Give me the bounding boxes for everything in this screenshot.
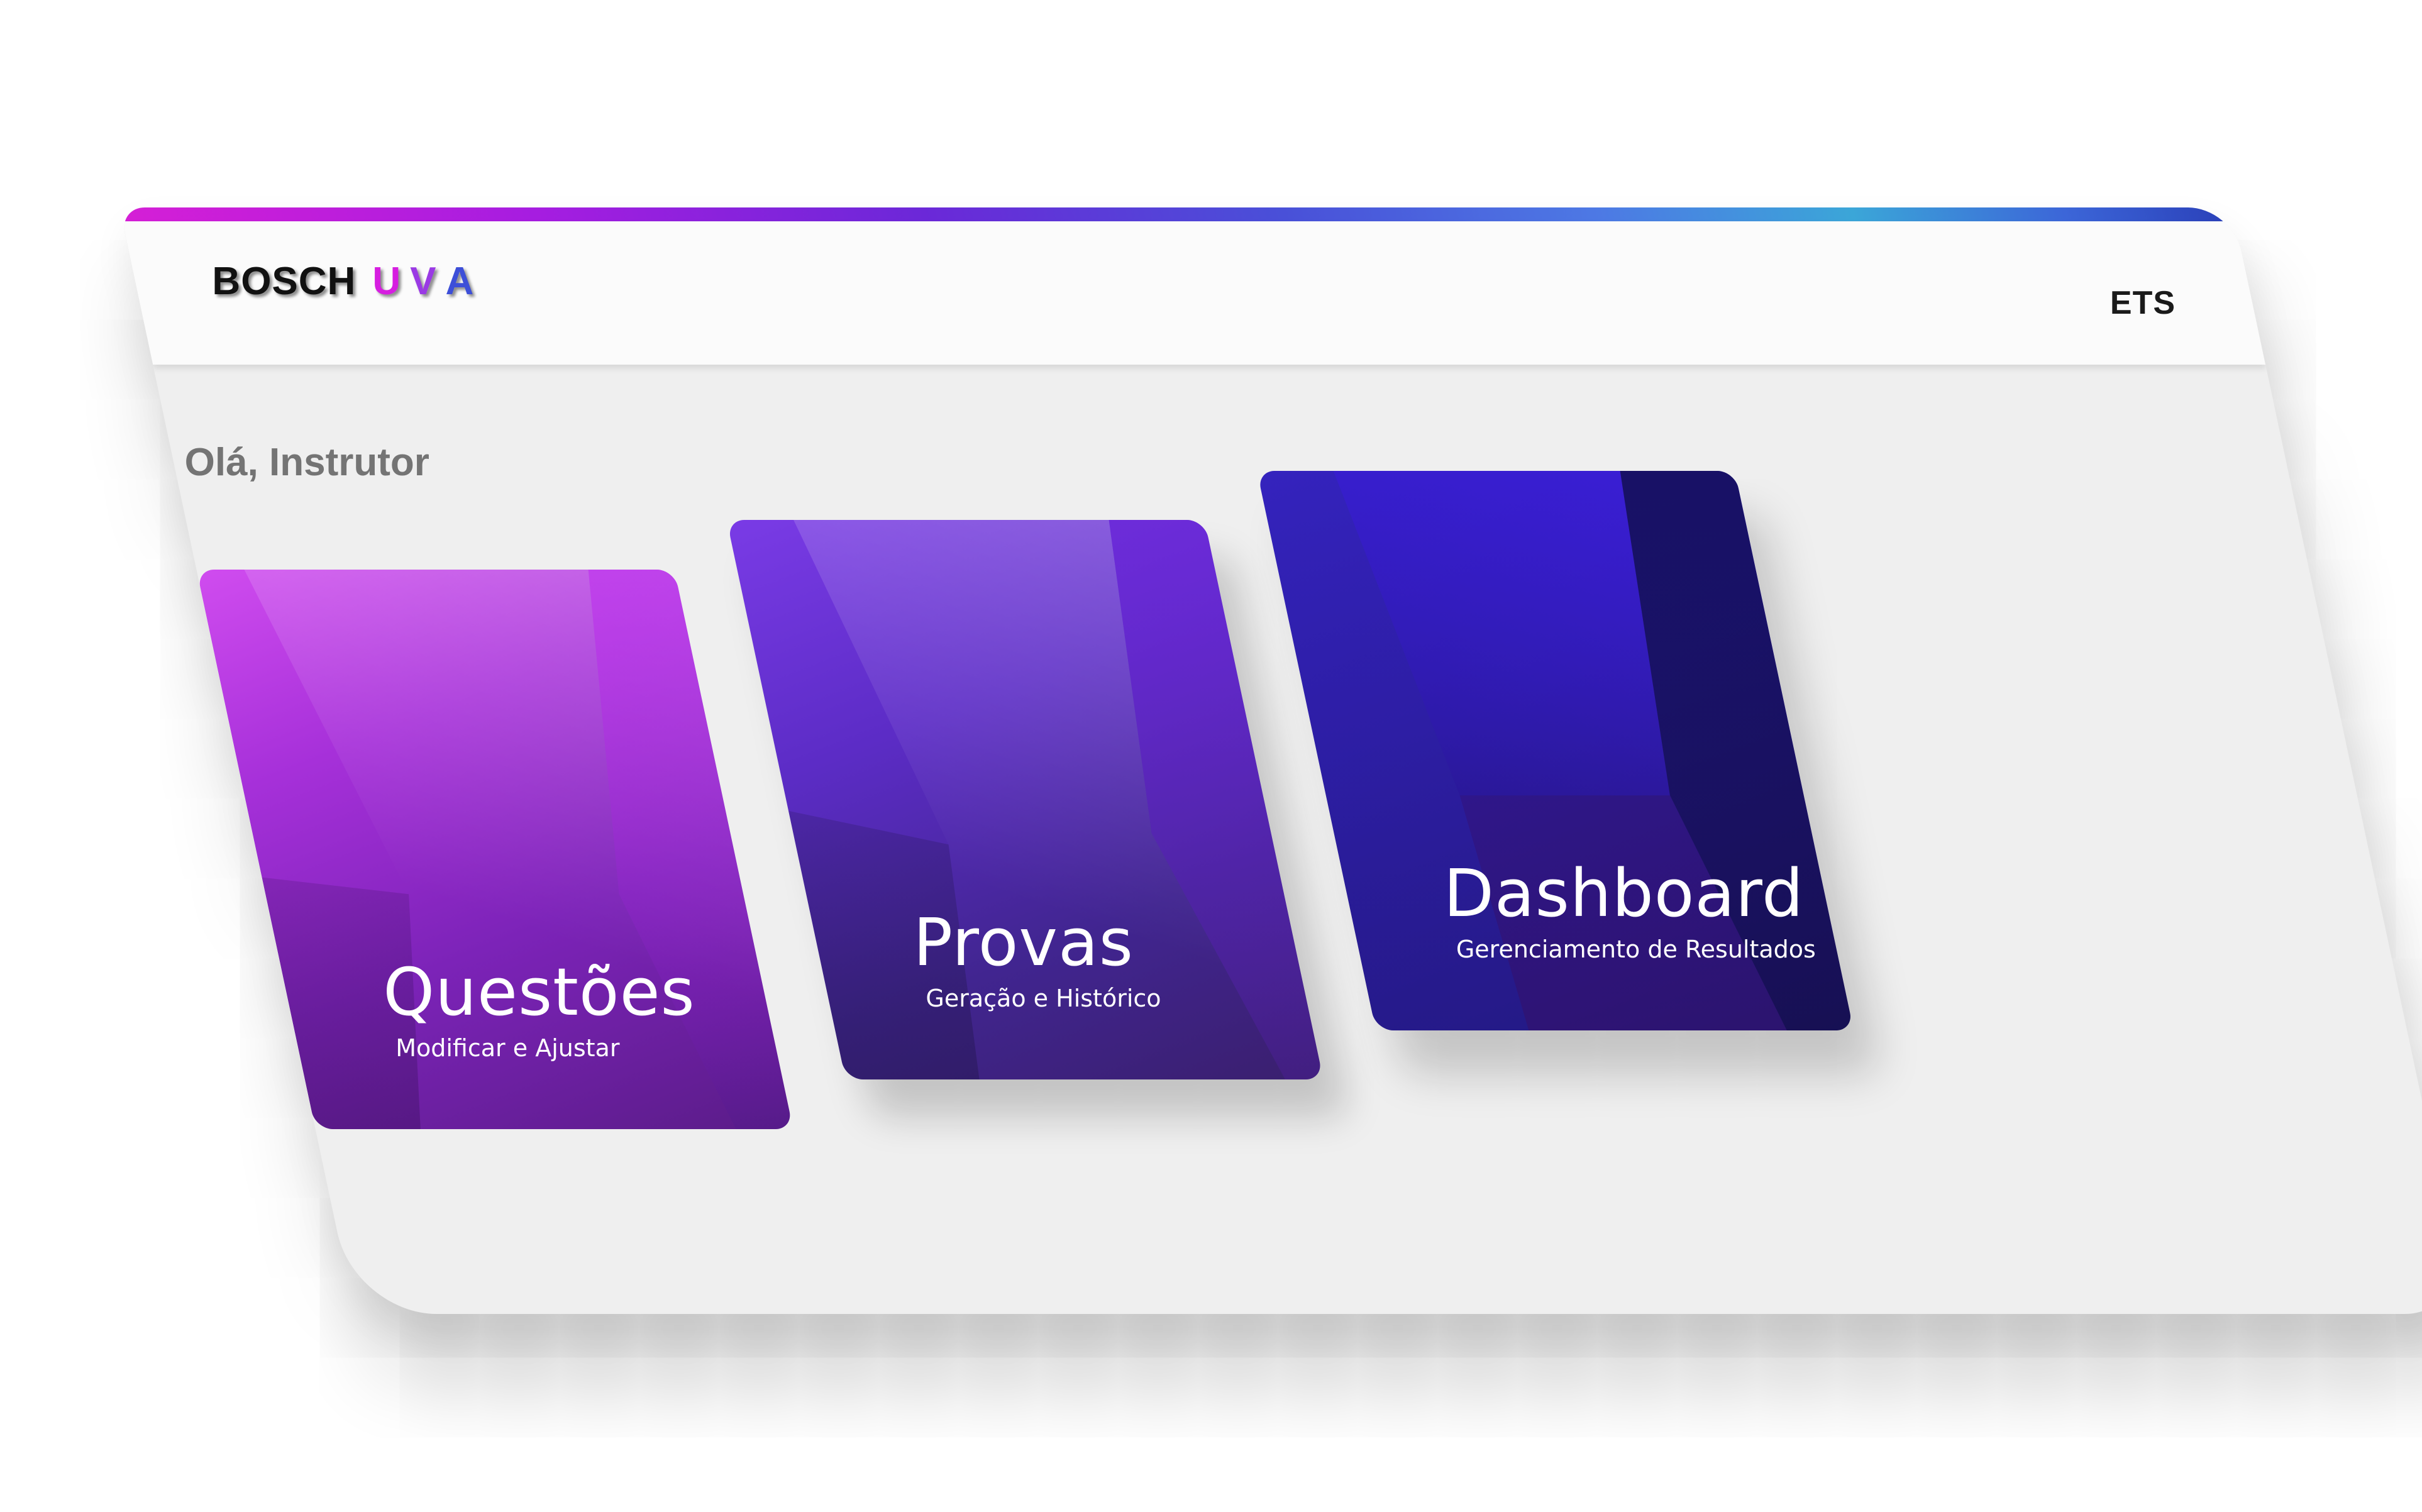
logo-letter-u: U xyxy=(372,260,402,303)
card-provas[interactable]: Provas Geração e Histórico xyxy=(726,520,1324,1079)
logo-letter-a: A xyxy=(445,260,475,303)
bosch-uva-logo[interactable]: BOSCH U V A xyxy=(212,259,474,304)
card-provas-text: Provas Geração e Histórico xyxy=(913,904,1161,1012)
logo-brand: BOSCH xyxy=(212,260,357,303)
org-label[interactable]: ETS xyxy=(2110,284,2176,322)
card-questoes-text: Questões Modificar e Ajustar xyxy=(383,954,695,1062)
card-subtitle: Geração e Histórico xyxy=(926,985,1161,1012)
card-questoes[interactable]: Questões Modificar e Ajustar xyxy=(196,570,794,1129)
card-dashboard[interactable]: Dashboard Gerenciamento de Resultados xyxy=(1257,471,1854,1030)
greeting-text: Olá, Instrutor xyxy=(184,441,429,484)
logo-letter-v: V xyxy=(410,260,437,303)
gradient-top-bar xyxy=(119,207,2235,221)
card-dashboard-text: Dashboard Gerenciamento de Resultados xyxy=(1443,855,1816,963)
card-title: Questões xyxy=(383,954,695,1030)
card-title: Dashboard xyxy=(1443,855,1805,932)
card-subtitle: Modificar e Ajustar xyxy=(395,1034,620,1062)
card-subtitle: Gerenciamento de Resultados xyxy=(1456,935,1816,963)
card-title: Provas xyxy=(913,904,1134,981)
app-header: BOSCH U V A ETS xyxy=(122,221,2266,365)
app-window: BOSCH U V A ETS Olá, Instrutor Questões Mod… xyxy=(119,207,2422,1314)
